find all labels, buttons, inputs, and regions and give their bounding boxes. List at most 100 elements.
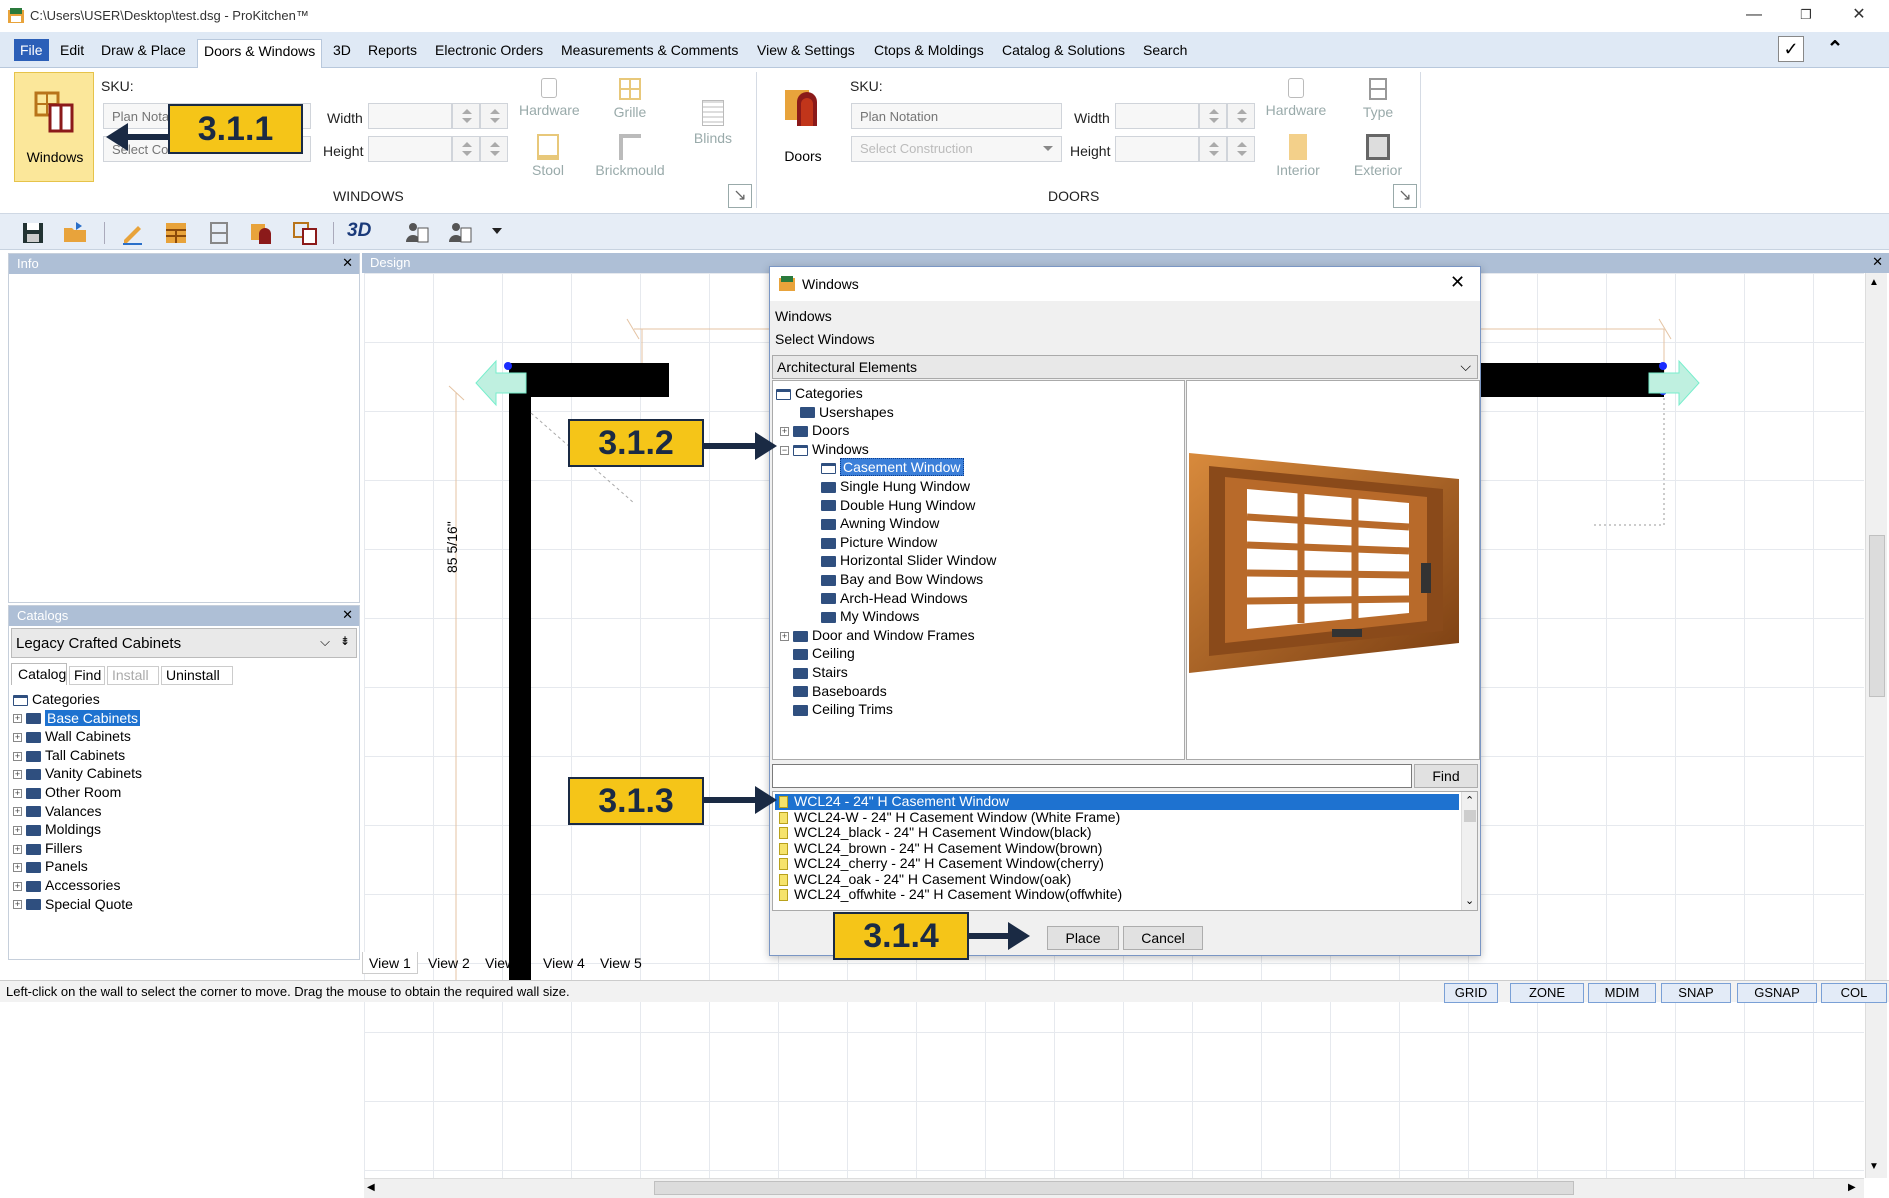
menu-view-settings[interactable]: View & Settings (751, 39, 861, 61)
windows-width-input[interactable] (368, 103, 452, 129)
catalog-category-item[interactable]: + Special Quote (13, 895, 353, 914)
scroll-up-icon[interactable]: ▲ (1869, 277, 1879, 288)
mdim-toggle[interactable]: MDIM (1588, 983, 1656, 1003)
tab-view-3[interactable]: View 3 (479, 952, 533, 974)
toolbar-dropdown-icon[interactable] (492, 228, 502, 234)
close-icon[interactable]: ✕ (342, 255, 353, 271)
catalog-category-item[interactable]: + Wall Cabinets (13, 727, 353, 746)
restore-button[interactable]: ❐ (1783, 0, 1829, 32)
3d-view-icon[interactable]: 3D (347, 220, 371, 242)
doors-height-spinner[interactable] (1199, 136, 1227, 162)
menu-3d[interactable]: 3D (327, 39, 357, 61)
tab-catalog[interactable]: Catalog (11, 663, 67, 685)
tab-find[interactable]: Find (69, 666, 105, 685)
door-tool-icon[interactable] (249, 220, 275, 246)
horizontal-scrollbar[interactable]: ◀ ▶ (364, 1178, 1864, 1198)
tree-item[interactable]: + Door and Window Frames (780, 626, 1181, 645)
dialog-tree-root[interactable]: Categories (776, 384, 1181, 403)
door-type-button[interactable]: Type (1348, 78, 1408, 120)
catalog-category-item[interactable]: + Moldings (13, 820, 353, 839)
scroll-down-icon[interactable]: ▼ (1869, 1161, 1879, 1172)
open-folder-icon[interactable] (62, 220, 88, 246)
menu-draw-place[interactable]: Draw & Place (95, 39, 192, 61)
menu-file[interactable]: File (14, 39, 49, 61)
windows-button[interactable]: Windows (14, 72, 94, 182)
catalog-category-item[interactable]: + Accessories (13, 876, 353, 895)
tree-window-type-item[interactable]: Picture Window (821, 533, 1181, 552)
tree-item[interactable]: Stairs (780, 663, 1181, 682)
wall-left[interactable] (509, 378, 531, 992)
expand-icon[interactable]: + (780, 426, 789, 436)
windows-height-spinner-2[interactable] (480, 136, 508, 162)
close-icon[interactable]: ✕ (342, 607, 353, 623)
find-button[interactable]: Find (1414, 764, 1478, 788)
tab-view-2[interactable]: View 2 (422, 952, 476, 974)
grid-toggle[interactable]: GRID (1444, 983, 1498, 1003)
check-icon[interactable]: ✓ (1778, 36, 1804, 62)
tree-window-type-item[interactable]: Casement Window (821, 458, 1181, 477)
result-item[interactable]: WCL24_offwhite - 24" H Casement Window(o… (775, 887, 1459, 903)
doors-plan-notation-input[interactable] (851, 103, 1062, 129)
windows-group-expand-icon[interactable]: ↘ (728, 184, 752, 208)
save-icon[interactable] (20, 220, 46, 246)
collapse-icon[interactable]: − (780, 445, 789, 455)
tree-window-type-item[interactable]: Bay and Bow Windows (821, 570, 1181, 589)
expand-icon[interactable]: + (13, 788, 22, 798)
tree-window-type-item[interactable]: Arch-Head Windows (821, 589, 1181, 608)
scroll-down-icon[interactable]: ⌄ (1465, 894, 1474, 907)
tab-install[interactable]: Install (107, 666, 159, 685)
menu-reports[interactable]: Reports (362, 39, 423, 61)
result-item[interactable]: WCL24_cherry - 24" H Casement Window(che… (775, 856, 1459, 872)
scroll-up-icon[interactable]: ⌃ (1465, 794, 1474, 807)
expand-icon[interactable]: + (13, 825, 22, 835)
tree-item[interactable]: Ceiling (780, 644, 1181, 663)
tree-item[interactable]: Baseboards (780, 682, 1181, 701)
result-item[interactable]: WCL24_black - 24" H Casement Window(blac… (775, 825, 1459, 841)
search-input[interactable] (772, 764, 1412, 788)
doors-width-spinner[interactable] (1199, 103, 1227, 129)
catalog-category-item[interactable]: + Base Cabinets (13, 709, 353, 728)
doors-height-input[interactable] (1115, 136, 1199, 162)
results-scrollbar[interactable]: ⌃ ⌄ (1461, 792, 1477, 910)
catalog-category-item[interactable]: + Vanity Cabinets (13, 764, 353, 783)
expand-icon[interactable]: + (13, 732, 22, 742)
cabinet-icon[interactable] (163, 220, 189, 246)
horizontal-scroll-thumb[interactable] (654, 1181, 1574, 1195)
tree-window-type-item[interactable]: Double Hung Window (821, 496, 1181, 515)
col-toggle[interactable]: COL (1821, 983, 1887, 1003)
minimize-button[interactable]: — (1731, 0, 1777, 32)
catalog-category-item[interactable]: + Fillers (13, 839, 353, 858)
tree-window-type-item[interactable]: My Windows (821, 607, 1181, 626)
snap-toggle[interactable]: SNAP (1661, 983, 1731, 1003)
expand-icon[interactable]: + (13, 863, 22, 873)
brickmould-button[interactable]: Brickmould (590, 134, 670, 178)
doors-construction-select[interactable]: Select Construction (851, 136, 1062, 162)
menu-electronic-orders[interactable]: Electronic Orders (429, 39, 549, 61)
scroll-right-icon[interactable]: ▶ (1848, 1182, 1856, 1193)
window-tool-icon[interactable] (292, 220, 318, 246)
expand-icon[interactable]: + (13, 770, 22, 780)
expand-icon[interactable]: + (13, 807, 22, 817)
expand-icon[interactable]: + (780, 631, 789, 641)
tree-item[interactable]: Ceiling Trims (780, 700, 1181, 719)
expand-icon[interactable]: + (13, 751, 22, 761)
vertical-scrollbar[interactable]: ▲ ▼ (1865, 273, 1887, 1178)
windows-width-spinner[interactable] (452, 103, 480, 129)
expand-icon[interactable]: + (13, 900, 22, 910)
doors-hardware-button[interactable]: Hardware (1263, 78, 1329, 118)
tree-item-windows[interactable]: − Windows (776, 440, 1181, 459)
cancel-button[interactable]: Cancel (1123, 926, 1203, 950)
zone-toggle[interactable]: ZONE (1510, 983, 1584, 1003)
catalog-select[interactable]: Legacy Crafted Cabinets ⌵ ⇟ (11, 628, 357, 658)
close-icon[interactable]: ✕ (1872, 254, 1883, 270)
pencil-icon[interactable] (120, 220, 146, 246)
user-list-icon[interactable] (447, 220, 473, 246)
close-window-button[interactable]: ✕ (1836, 0, 1882, 32)
result-item[interactable]: WCL24_oak - 24" H Casement Window(oak) (775, 871, 1459, 888)
doors-group-expand-icon[interactable]: ↘ (1393, 184, 1417, 208)
menu-doors-windows[interactable]: Doors & Windows (197, 39, 323, 69)
doors-height-spinner-2[interactable] (1227, 136, 1255, 162)
windows-height-spinner[interactable] (452, 136, 480, 162)
collapse-ribbon-icon[interactable]: ⌃ (1822, 36, 1848, 62)
expand-icon[interactable]: + (13, 881, 22, 891)
